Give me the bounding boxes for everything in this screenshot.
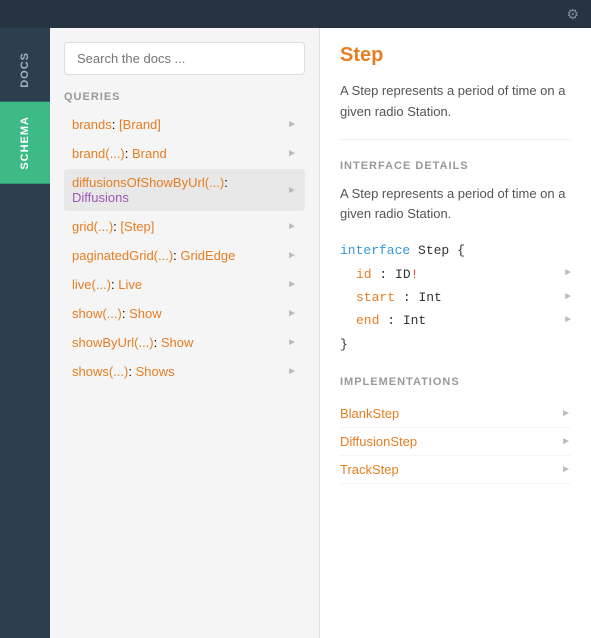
query-text-shows: shows(...): Shows <box>72 364 175 379</box>
query-text-showbyurl: showByUrl(...): Show <box>72 335 193 350</box>
step-description: A Step represents a period of time on a … <box>340 81 571 140</box>
queries-section: QUERIES brands: [Brand] ► brand(...): Br… <box>50 85 319 638</box>
query-item-brand[interactable]: brand(...): Brand ► <box>64 140 305 167</box>
impl-item-blankstep[interactable]: BlankStep ► <box>340 400 571 428</box>
code-line-open: interface Step { <box>340 239 571 262</box>
queries-label: QUERIES <box>64 85 305 111</box>
impl-arrow-blankstep: ► <box>561 408 571 419</box>
impl-item-diffusionstep[interactable]: DiffusionStep ► <box>340 428 571 456</box>
code-field-end[interactable]: end : Int ► <box>340 309 571 332</box>
query-arrow-diffusions: ► <box>287 185 297 196</box>
query-arrow-brands: ► <box>287 119 297 130</box>
query-text-diffusions: diffusionsOfShowByUrl(...): Diffusions <box>72 175 287 205</box>
interface-description: A Step represents a period of time on a … <box>340 184 571 226</box>
query-item-showbyurl[interactable]: showByUrl(...): Show ► <box>64 329 305 356</box>
gear-icon[interactable]: ⚙ <box>566 6 579 23</box>
query-item-brands[interactable]: brands: [Brand] ► <box>64 111 305 138</box>
code-field-id[interactable]: id : ID! ► <box>340 263 571 286</box>
right-panel: Step A Step represents a period of time … <box>320 28 591 638</box>
query-text-paginatedgrid: paginatedGrid(...): GridEdge <box>72 248 235 263</box>
interface-details-heading: INTERFACE DETAILS <box>340 160 571 172</box>
query-text-grid: grid(...): [Step] <box>72 219 154 234</box>
query-text-show: show(...): Show <box>72 306 162 321</box>
query-arrow-live: ► <box>287 279 297 290</box>
impl-item-trackstep[interactable]: TrackStep ► <box>340 456 571 484</box>
tab-schema[interactable]: SCHEMA <box>0 102 50 184</box>
implementations-list: BlankStep ► DiffusionStep ► TrackStep ► <box>340 400 571 484</box>
query-arrow-paginatedgrid: ► <box>287 250 297 261</box>
code-block: interface Step { id : ID! ► start : Int <box>340 239 571 356</box>
query-text-brands: brands: [Brand] <box>72 117 161 132</box>
query-item-grid[interactable]: grid(...): [Step] ► <box>64 213 305 240</box>
query-text-brand: brand(...): Brand <box>72 146 167 161</box>
side-tabs: DOCS SCHEMA <box>0 28 50 638</box>
query-item-paginatedgrid[interactable]: paginatedGrid(...): GridEdge ► <box>64 242 305 269</box>
implementations-heading: IMPLEMENTATIONS <box>340 376 571 388</box>
query-item-show[interactable]: show(...): Show ► <box>64 300 305 327</box>
code-line-close: } <box>340 333 571 356</box>
field-arrow-id: ► <box>565 265 571 283</box>
field-arrow-end: ► <box>565 312 571 330</box>
search-input[interactable] <box>64 42 305 75</box>
query-item-live[interactable]: live(...): Live ► <box>64 271 305 298</box>
query-item-diffusions[interactable]: diffusionsOfShowByUrl(...): Diffusions ► <box>64 169 305 211</box>
impl-arrow-trackstep: ► <box>561 464 571 475</box>
left-panel: QUERIES brands: [Brand] ► brand(...): Br… <box>50 28 320 638</box>
query-text-live: live(...): Live <box>72 277 142 292</box>
query-arrow-grid: ► <box>287 221 297 232</box>
query-arrow-showbyurl: ► <box>287 337 297 348</box>
tab-docs[interactable]: DOCS <box>0 38 50 102</box>
query-item-shows[interactable]: shows(...): Shows ► <box>64 358 305 385</box>
query-arrow-show: ► <box>287 308 297 319</box>
step-title: Step <box>340 44 571 67</box>
query-arrow-brand: ► <box>287 148 297 159</box>
field-arrow-start: ► <box>565 289 571 307</box>
query-arrow-shows: ► <box>287 366 297 377</box>
search-container <box>50 28 319 85</box>
code-field-start[interactable]: start : Int ► <box>340 286 571 309</box>
top-bar: ⚙ <box>0 0 591 28</box>
impl-arrow-diffusionstep: ► <box>561 436 571 447</box>
main-layout: DOCS SCHEMA QUERIES brands: [Brand] ► br… <box>0 28 591 638</box>
